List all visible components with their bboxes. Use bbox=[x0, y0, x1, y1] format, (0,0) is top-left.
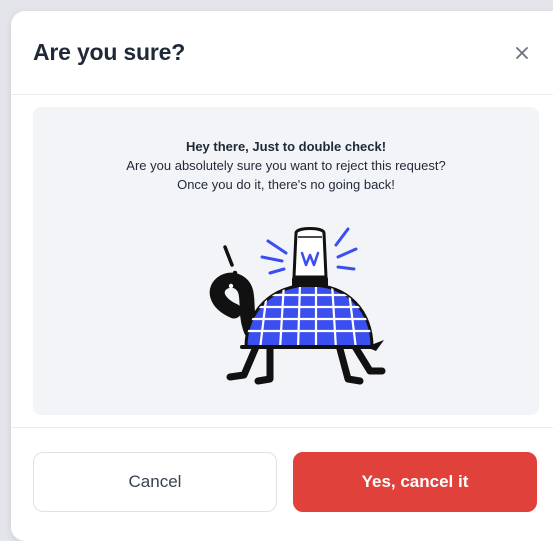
turtle-illustration bbox=[209, 227, 386, 385]
message-line-1: Hey there, Just to double check! bbox=[185, 139, 387, 154]
dialog-message: Hey there, Just to double check! Are you… bbox=[33, 137, 539, 194]
close-icon bbox=[516, 47, 528, 59]
confirm-dialog: Are you sure? Hey there, Just to double … bbox=[11, 11, 553, 541]
close-button[interactable] bbox=[511, 42, 533, 64]
dialog-footer: Cancel Yes, cancel it bbox=[11, 427, 553, 541]
message-line-2: Are you absolutely sure you want to reje… bbox=[126, 158, 446, 173]
message-line-3: Once you do it, there's no going back! bbox=[177, 177, 395, 192]
cancel-button[interactable]: Cancel bbox=[33, 452, 277, 512]
confirm-cancel-button[interactable]: Yes, cancel it bbox=[293, 452, 537, 512]
dialog-title: Are you sure? bbox=[33, 39, 186, 65]
dialog-body: Hey there, Just to double check! Are you… bbox=[33, 107, 539, 415]
dialog-header: Are you sure? bbox=[11, 11, 553, 95]
